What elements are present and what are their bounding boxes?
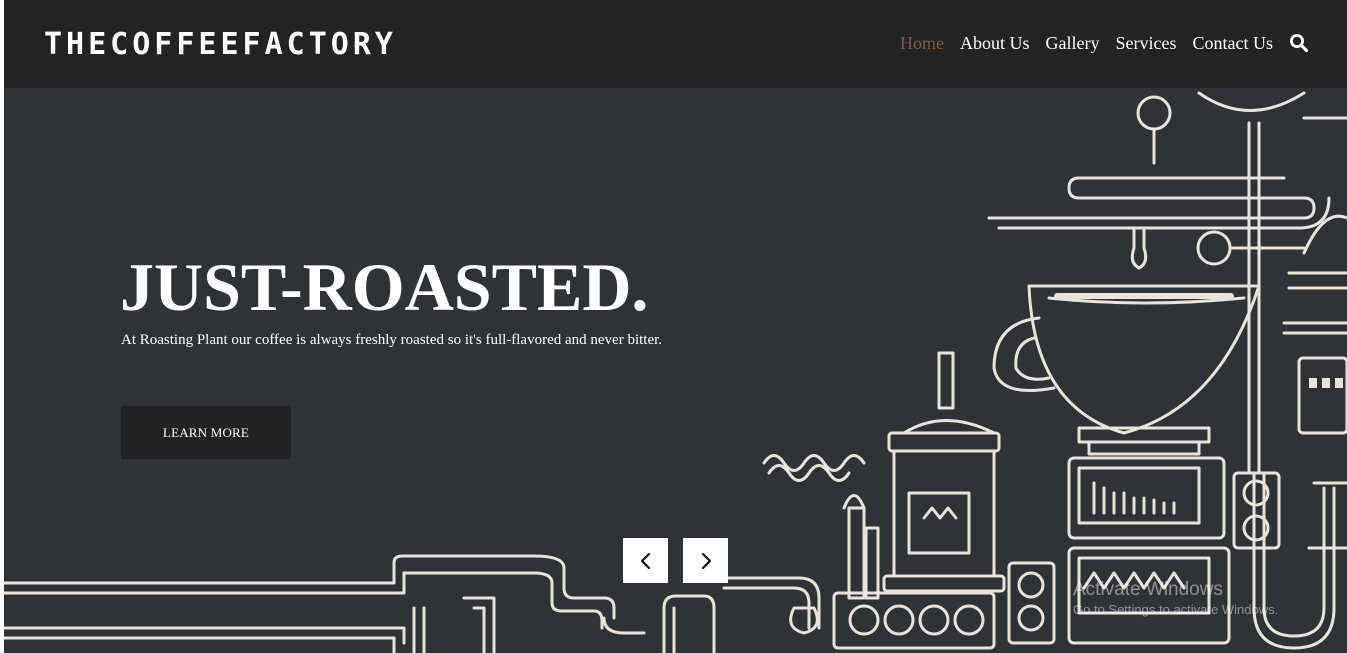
hero-title: JUST-ROASTED. (120, 249, 649, 325)
windows-activation-watermark: Activate Windows Go to Settings to activ… (1073, 578, 1278, 618)
nav-item-services[interactable]: Services (1116, 31, 1177, 55)
site-logo[interactable]: THECOFFEEFACTORY (44, 26, 397, 64)
learn-more-button[interactable]: LEARN MORE (121, 406, 291, 459)
carousel-next-button[interactable] (683, 538, 728, 583)
carousel-prev-button[interactable] (623, 538, 668, 583)
nav-item-about-us[interactable]: About Us (960, 31, 1030, 55)
nav-item-contact-us[interactable]: Contact Us (1193, 31, 1274, 55)
chevron-right-icon (701, 552, 711, 569)
nav-item-gallery[interactable]: Gallery (1046, 31, 1100, 55)
hero-description: At Roasting Plant our coffee is always f… (121, 332, 663, 348)
watermark-title: Activate Windows (1073, 579, 1223, 600)
coffee-factory-illustration (4, 91, 1347, 653)
nav-item-home[interactable]: Home (900, 31, 944, 55)
top-navbar: THECOFFEEFACTORY Home About Us Gallery S… (4, 0, 1347, 88)
main-nav: Home About Us Gallery Services Contact U… (900, 31, 1309, 55)
hero-slider: JUST-ROASTED. At Roasting Plant our coff… (4, 88, 1347, 653)
page: THECOFFEEFACTORY Home About Us Gallery S… (4, 0, 1347, 653)
chevron-left-icon (640, 552, 650, 569)
search-icon[interactable] (1289, 33, 1309, 53)
watermark-subtitle: Go to Settings to activate Windows. (1073, 602, 1279, 617)
